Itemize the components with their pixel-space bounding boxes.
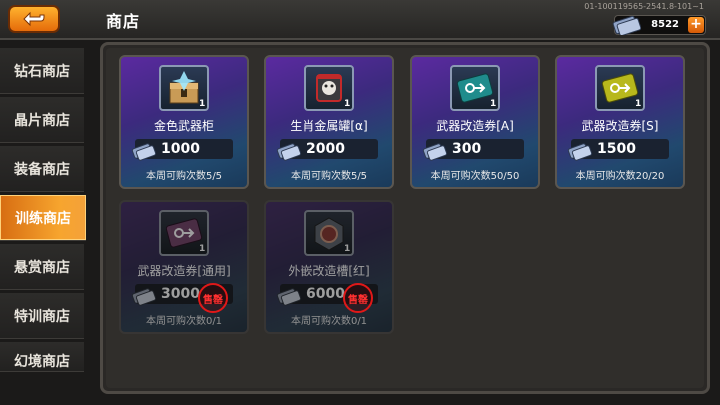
item-price: 300 [452, 141, 482, 157]
item-name: 生肖金属罐[α] [290, 119, 368, 133]
item-count: 1 [344, 99, 351, 109]
item-price: 3000 [161, 286, 200, 302]
ticket-icon [276, 143, 302, 161]
ticket-icon [131, 288, 157, 306]
purchase-limit: 本周可购次数0/1 [145, 316, 223, 327]
back-arrow-icon [23, 11, 45, 27]
shop-item-card[interactable]: 1 金色武器柜 1000 本周可购次数5/5 [119, 55, 249, 189]
item-count: 1 [199, 99, 206, 109]
ticket-icon [567, 143, 593, 161]
shop-item-card[interactable]: 1 生肖金属罐[α] 2000 本周可购次数5/5 [264, 55, 394, 189]
sidebar-item-bounty-shop[interactable]: 悬赏商店 [0, 244, 84, 290]
item-count: 1 [199, 244, 206, 254]
gold-weapon-cabinet-icon [169, 71, 199, 104]
item-count: 1 [635, 99, 642, 109]
item-count: 1 [490, 99, 497, 109]
item-price: 2000 [306, 141, 345, 157]
shop-item-card[interactable]: 1 武器改造券[S] 1500 本周可购次数20/20 [555, 55, 685, 189]
external-mod-slot-red-icon [314, 217, 344, 251]
shop-category-sidebar: 钻石商店 晶片商店 装备商店 训练商店 悬赏商店 特训商店 幻境商店 [0, 40, 86, 405]
shop-item-card[interactable]: 1 武器改造券[通用] 3000 本周可购次数0/1 [119, 200, 249, 334]
sold-out-stamp: 售罄 [198, 283, 228, 313]
weapon-mod-ticket-s-icon [601, 73, 639, 103]
purchase-limit: 本周可购次数5/5 [145, 171, 223, 182]
item-name: 金色武器柜 [153, 119, 214, 133]
add-currency-button[interactable]: + [688, 17, 704, 33]
sidebar-item-equipment-shop[interactable]: 装备商店 [0, 146, 84, 192]
server-id: 01-100119565-2541.8-101~1 [584, 2, 704, 11]
item-price: 1000 [161, 141, 200, 157]
purchase-limit: 本周可购次数20/20 [575, 171, 665, 182]
item-name: 外嵌改造槽[红] [288, 264, 370, 278]
currency-amount: 8522 [651, 19, 679, 30]
item-price: 1500 [597, 141, 636, 157]
shop-item-card[interactable]: 1 武器改造券[A] 300 本周可购次数50/50 [410, 55, 540, 189]
ticket-icon [276, 288, 302, 306]
sidebar-item-diamond-shop[interactable]: 钻石商店 [0, 48, 84, 94]
item-name: 武器改造券[S] [581, 119, 659, 133]
purchase-limit: 本周可购次数0/1 [290, 316, 368, 327]
sidebar-item-training-shop[interactable]: 训练商店 [0, 195, 86, 241]
item-name: 武器改造券[A] [436, 119, 514, 133]
page-title: 商店 [106, 12, 141, 31]
purchase-limit: 本周可购次数50/50 [430, 171, 520, 182]
sidebar-item-special-training-shop[interactable]: 特训商店 [0, 293, 84, 339]
weapon-mod-ticket-a-icon [456, 73, 494, 103]
top-bar: 商店 01-100119565-2541.8-101~1 8522 + [0, 0, 720, 40]
weapon-mod-ticket-universal-icon [165, 218, 203, 248]
currency-display: 8522 + [612, 15, 706, 35]
item-price: 6000 [306, 286, 345, 302]
sidebar-item-chip-shop[interactable]: 晶片商店 [0, 97, 84, 143]
ticket-icon [131, 143, 157, 161]
zodiac-metal-can-icon [316, 74, 342, 102]
purchase-limit: 本周可购次数5/5 [290, 171, 368, 182]
training-ticket-icon [612, 15, 641, 35]
shop-item-card[interactable]: 1 外嵌改造槽[红] 6000 本周可购次数0/1 [264, 200, 394, 334]
sidebar-item-illusion-shop[interactable]: 幻境商店 [0, 342, 84, 372]
back-button[interactable] [8, 5, 60, 33]
item-name: 武器改造券[通用] [137, 264, 231, 278]
ticket-icon [422, 143, 448, 161]
item-count: 1 [344, 244, 351, 254]
sold-out-stamp: 售罄 [343, 283, 373, 313]
